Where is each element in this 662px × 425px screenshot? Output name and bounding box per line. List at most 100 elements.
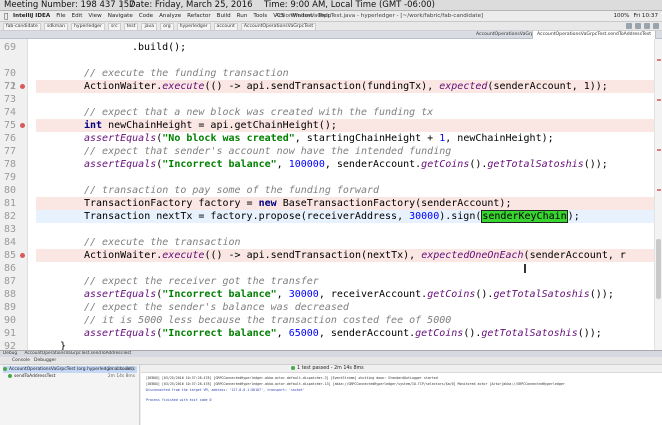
console-output[interactable]: 1 test passed - 2m 14s 8ms [DEBUG] [03/2…	[141, 365, 662, 425]
code-comment: // it is 5000 less because the transacti…	[84, 315, 452, 326]
tab-debugger[interactable]: Debugger	[34, 357, 56, 365]
stop-icon[interactable]	[644, 23, 650, 29]
menu-analyze[interactable]: Analyze	[159, 11, 181, 22]
breadcrumb: fab-candidate sdkman hyperledger src tes…	[3, 22, 317, 31]
breakpoint-icon[interactable]	[20, 84, 25, 89]
menu-refactor[interactable]: Refactor	[187, 11, 210, 22]
breakpoint-icon[interactable]	[20, 253, 25, 258]
code-line[interactable]: assertEquals("Incorrect balance", 65000,…	[36, 327, 662, 340]
code-method: assertEquals	[84, 159, 157, 170]
line-number: 72	[3, 81, 16, 92]
menu-view[interactable]: View	[88, 11, 101, 22]
code-text: , receiverAccount.	[318, 289, 428, 300]
code-text: ().	[469, 159, 488, 170]
code-line[interactable]: assertEquals("No block was created", sta…	[36, 132, 662, 145]
menu-edit[interactable]: Edit	[72, 11, 83, 22]
breadcrumb-item[interactable]: src	[107, 23, 121, 31]
code-string: "Incorrect balance"	[162, 289, 277, 300]
code-text: (senderAccount, 1));	[487, 81, 608, 92]
code-editor[interactable]: 69 70 71 72 73 74 75 76 77 78 79 80 81 8…	[0, 39, 662, 350]
code-line[interactable]: TransactionFactory factory = new BaseTra…	[36, 197, 662, 210]
code-text: , senderAccount.	[324, 159, 422, 170]
code-method: getTotalSatoshis	[493, 289, 590, 300]
code-line[interactable]: }	[36, 340, 662, 350]
code-line[interactable]: // expect the sender's balance was decre…	[36, 301, 662, 314]
line-number: 84	[3, 237, 16, 248]
run-icon[interactable]	[626, 23, 632, 29]
error-marker[interactable]	[657, 189, 661, 191]
code-line[interactable]: ActionWaiter.execute(() -> api.sendTrans…	[36, 80, 662, 93]
code-comment: // execute the transaction	[84, 237, 241, 248]
code-comment: // expect that sender's account now have…	[84, 146, 452, 157]
tab-console[interactable]: Console	[12, 357, 30, 365]
code-line[interactable]: assertEquals("Incorrect balance", 100000…	[36, 158, 662, 171]
code-line[interactable]: ActionWaiter.execute(() -> api.sendTrans…	[36, 249, 662, 262]
breakpoint-icon[interactable]	[20, 123, 25, 128]
breadcrumb-item[interactable]: sdkman	[43, 23, 68, 31]
code-line[interactable]: assertEquals("Incorrect balance", 30000,…	[36, 288, 662, 301]
menu-code[interactable]: Code	[139, 11, 153, 22]
test-tree-row[interactable]: AccountOperationsVaGrpcTest (org.hyperle…	[3, 366, 137, 373]
error-marker[interactable]	[657, 149, 661, 151]
search-icon[interactable]	[653, 23, 659, 29]
divider	[122, 1, 123, 10]
line-number: 86	[3, 263, 16, 274]
menu-build[interactable]: Build	[217, 11, 231, 22]
code-line[interactable]: // execute the transaction	[36, 236, 662, 249]
code-comment: // transaction to pay some of the fundin…	[84, 185, 380, 196]
code-text: ,	[276, 159, 289, 170]
tab-test-method[interactable]: AccountOperationsVaGrpcTest.sendToAddres…	[532, 31, 657, 39]
code-text: .build();	[132, 42, 187, 53]
test-tree-row[interactable]: sendToAddressTest 2m 14s 8ms	[8, 373, 137, 380]
menu-tools[interactable]: Tools	[253, 11, 267, 22]
scrollbar-thumb[interactable]	[656, 239, 661, 299]
meeting-banner: Meeting Number: 198 437 157 Date: Friday…	[0, 0, 662, 11]
breadcrumb-item[interactable]: org	[160, 23, 174, 31]
text-cursor-icon	[524, 264, 526, 273]
breadcrumb-item[interactable]: hyperledger	[70, 23, 105, 31]
code-line[interactable]: // it is 5000 less because the transacti…	[36, 314, 662, 327]
code-string: "Incorrect balance"	[162, 159, 277, 170]
debug-run-config[interactable]: AccountOperationsVaGrpcTest.sendToAddres…	[25, 351, 132, 356]
breadcrumb-item[interactable]: fab-candidate	[3, 23, 41, 31]
code-string: "Incorrect balance"	[162, 328, 277, 339]
debug-icon[interactable]	[635, 23, 641, 29]
status-icons: 100% Fri 10:37	[613, 11, 658, 22]
selected-identifier[interactable]: senderKeyChain	[481, 210, 568, 223]
line-number: 83	[3, 224, 16, 235]
code-line[interactable]: // execute the funding transaction	[36, 67, 662, 80]
code-text: , newChainHeight);	[445, 133, 554, 144]
breadcrumb-item[interactable]: test	[123, 23, 139, 31]
error-marker[interactable]	[657, 59, 661, 61]
code-line[interactable]: // expect that sender's account now have…	[36, 145, 662, 158]
editor-scrollbar[interactable]	[654, 39, 662, 350]
code-line[interactable]: Transaction nextTx = factory.propose(rec…	[36, 210, 662, 223]
clock-label[interactable]: Fri 10:37	[633, 11, 658, 22]
code-line[interactable]: // expect the receiver got the transfer	[36, 275, 662, 288]
code-line[interactable]: int newChainHeight = api.getChainHeight(…	[36, 119, 662, 132]
code-number: 30000	[288, 289, 319, 300]
breadcrumb-item[interactable]: AccountOperationsVaGrpcTest	[240, 23, 317, 31]
code-line[interactable]: // expect that a new block was created w…	[36, 106, 662, 119]
apple-icon[interactable]: 	[4, 11, 8, 22]
breadcrumb-item[interactable]: hyperledger	[176, 23, 211, 31]
breadcrumb-item[interactable]: java	[141, 23, 158, 31]
test-tree: AccountOperationsVaGrpcTest (org.hyperle…	[0, 365, 140, 425]
breadcrumb-item[interactable]: account	[213, 23, 238, 31]
line-number: 82	[3, 211, 16, 222]
log-line: [DEBUG] [03/25/2016 10:37:28.478] [GRPCC…	[146, 382, 565, 386]
battery-label[interactable]: 100%	[613, 11, 629, 22]
menu-navigate[interactable]: Navigate	[108, 11, 133, 22]
menu-run[interactable]: Run	[237, 11, 248, 22]
menu-file[interactable]: File	[56, 11, 65, 22]
line-number: 92	[3, 341, 16, 350]
debug-title[interactable]: Debug	[3, 351, 17, 356]
error-marker[interactable]	[657, 99, 661, 101]
menu-app-name[interactable]: IntelliJ IDEA	[13, 11, 50, 22]
code-line[interactable]: // transaction to pay some of the fundin…	[36, 184, 662, 197]
code-comment: // expect that a new block was created w…	[84, 107, 434, 118]
code-line[interactable]: .build();	[36, 41, 662, 54]
log-line: Disconnected from the target VM, address…	[146, 388, 305, 392]
line-number: 80	[3, 185, 16, 196]
line-number: 70	[3, 68, 16, 79]
